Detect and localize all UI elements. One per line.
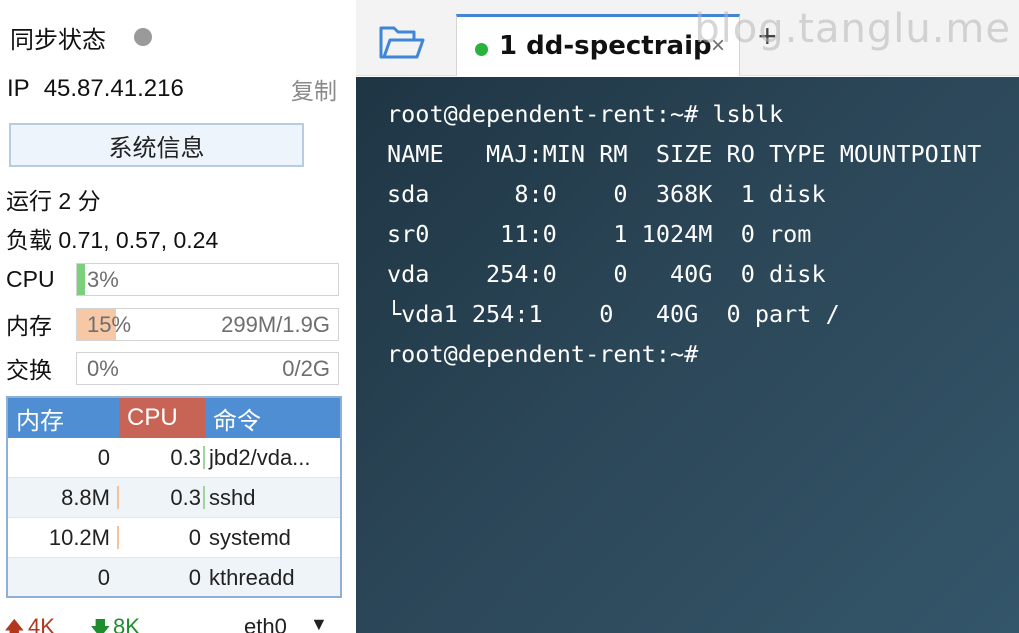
swap-usage-percent: 0% xyxy=(87,355,119,381)
swap-usage-value: 0/2G xyxy=(282,355,330,381)
load-average-text: 负载 0.71, 0.57, 0.24 xyxy=(6,227,219,253)
process-row[interactable]: 0 0.3 jbd2/vda... xyxy=(8,438,340,478)
download-speed: 8K xyxy=(113,614,140,633)
terminal-line: sr0 11:0 1 1024M 0 rom xyxy=(387,220,812,248)
watermark: blog.tanglu.me xyxy=(694,6,1011,52)
terminal-line: root@dependent-rent:~# lsblk xyxy=(387,100,784,128)
process-memory: 0 xyxy=(97,444,110,470)
memory-usage-bar: 15% 299M/1.9G xyxy=(76,308,339,341)
cpu-usage-tick xyxy=(203,446,205,469)
tab-bar: 1 dd-spectraip × + blog.tanglu.me xyxy=(356,0,1019,76)
terminal-line: vda 254:0 0 40G 0 disk xyxy=(387,260,826,288)
system-info-button[interactable]: 系统信息 xyxy=(9,123,304,167)
process-row[interactable]: 0 0 kthreadd xyxy=(8,558,340,596)
uptime-text: 运行 2 分 xyxy=(6,188,101,214)
ip-label: IP xyxy=(7,75,30,102)
upload-speed: 4K xyxy=(28,614,55,633)
process-cpu: 0.3 xyxy=(170,444,201,470)
process-row[interactable]: 8.8M 0.3 sshd xyxy=(8,478,340,518)
sort-by-cpu-header[interactable]: CPU xyxy=(119,398,205,438)
swap-usage-bar: 0% 0/2G xyxy=(76,352,339,385)
network-interface-select[interactable]: eth0 xyxy=(244,614,287,633)
terminal-line: NAME MAJ:MIN RM SIZE RO TYPE MOUNTPOINT xyxy=(387,140,982,168)
cpu-usage-percent: 3% xyxy=(87,266,119,292)
process-command: kthreadd xyxy=(209,564,295,590)
network-status: 🡅 4K 🡇 8K eth0 ▼ xyxy=(4,614,354,633)
memory-label: 内存 xyxy=(6,313,52,339)
process-table-header: 内存 CPU 命令 xyxy=(8,398,340,438)
arrow-down-icon: 🡇 xyxy=(90,618,111,633)
tab-title: 1 dd-spectraip xyxy=(499,31,712,61)
terminal-area: 1 dd-spectraip × + blog.tanglu.me root@d… xyxy=(356,0,1019,633)
process-memory: 8.8M xyxy=(61,484,110,510)
copy-ip-button[interactable]: 复制 xyxy=(291,72,337,106)
process-cpu: 0 xyxy=(188,564,201,590)
folder-open-icon[interactable] xyxy=(378,24,426,62)
process-command: sshd xyxy=(209,484,256,510)
terminal-line: sda 8:0 0 368K 1 disk xyxy=(387,180,826,208)
process-command: systemd xyxy=(209,524,291,550)
connection-status-icon xyxy=(475,43,488,56)
cpu-usage-bar: 3% xyxy=(76,263,339,296)
sync-status-indicator-icon xyxy=(134,28,152,46)
ip-row: IP 45.87.41.216 复制 xyxy=(7,72,337,106)
process-memory: 0 xyxy=(97,564,110,590)
swap-label: 交换 xyxy=(6,357,52,383)
ip-address: 45.87.41.216 xyxy=(43,75,184,102)
process-table: 内存 CPU 命令 0 0.3 jbd2/vda... 8.8M 0.3 ssh… xyxy=(6,396,342,598)
chevron-down-icon[interactable]: ▼ xyxy=(310,614,328,633)
cpu-usage-fill xyxy=(77,264,85,295)
sort-by-memory-header[interactable]: 内存 xyxy=(8,398,119,438)
cpu-label: CPU xyxy=(6,265,55,292)
sort-by-command-header[interactable]: 命令 xyxy=(205,398,340,438)
cpu-usage-tick xyxy=(203,486,205,509)
terminal-output[interactable]: root@dependent-rent:~# lsblk NAME MAJ:MI… xyxy=(356,77,1019,633)
system-monitor-sidebar: 同步状态 IP 45.87.41.216 复制 系统信息 运行 2 分 负载 0… xyxy=(0,0,356,633)
memory-usage-value: 299M/1.9G xyxy=(221,311,330,337)
process-cpu: 0.3 xyxy=(170,484,201,510)
memory-usage-percent: 15% xyxy=(87,311,132,337)
terminal-line: └vda1 254:1 0 40G 0 part / xyxy=(387,300,840,328)
process-command: jbd2/vda... xyxy=(209,444,311,470)
process-memory: 10.2M xyxy=(48,524,110,550)
terminal-prompt: root@dependent-rent:~# xyxy=(387,340,699,368)
process-row[interactable]: 10.2M 0 systemd xyxy=(8,518,340,558)
arrow-up-icon: 🡅 xyxy=(4,618,25,633)
process-cpu: 0 xyxy=(188,524,201,550)
sync-status-label: 同步状态 xyxy=(10,26,106,54)
